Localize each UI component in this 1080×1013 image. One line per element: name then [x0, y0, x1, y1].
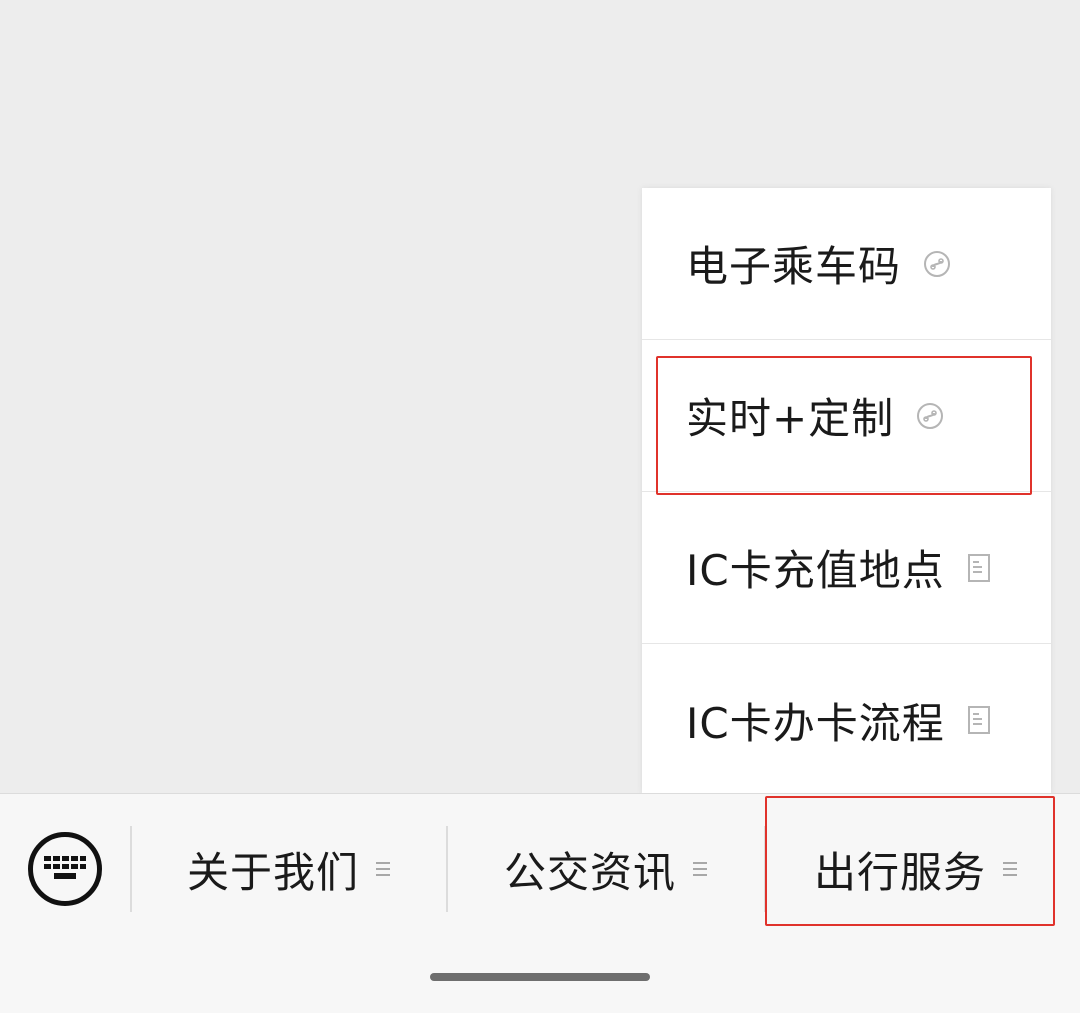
submenu-item-ic-application-process[interactable]: IC卡办卡流程: [642, 644, 1051, 796]
menu-tab-label: 公交资讯: [503, 847, 676, 897]
chat-screen: 电子乘车码 实时+定制 IC卡充值地点 IC卡办卡流程 关于我们 公交资讯 出行…: [0, 0, 1080, 1013]
keyboard-toggle-button[interactable]: [28, 832, 102, 906]
article-icon: [967, 553, 991, 583]
keyboard-icon: [43, 854, 87, 884]
mini-program-icon: [916, 402, 944, 430]
submenu-item-label: IC卡办卡流程: [686, 698, 945, 748]
menu-tab-label: 出行服务: [813, 847, 986, 897]
menu-tab-travel-services[interactable]: 出行服务: [766, 794, 1066, 944]
submenu-popup: 电子乘车码 实时+定制 IC卡充值地点 IC卡办卡流程: [642, 188, 1051, 794]
submenu-item-ic-recharge-locations[interactable]: IC卡充值地点: [642, 492, 1051, 644]
menu-tab-about-us[interactable]: 关于我们: [132, 794, 446, 944]
home-indicator[interactable]: [430, 973, 650, 981]
mini-program-icon: [923, 250, 951, 278]
menu-tab-label: 关于我们: [186, 847, 359, 897]
submenu-item-ride-code[interactable]: 电子乘车码: [642, 188, 1051, 340]
menu-tab-bus-news[interactable]: 公交资讯: [448, 794, 764, 944]
submenu-item-label: 电子乘车码: [686, 242, 902, 291]
submenu-icon: [375, 860, 391, 878]
submenu-item-label: IC卡充值地点: [686, 546, 945, 595]
submenu-icon: [1002, 860, 1018, 878]
submenu-icon: [692, 860, 708, 878]
submenu-item-label: 实时+定制: [686, 394, 895, 443]
submenu-item-realtime-custom[interactable]: 实时+定制: [642, 340, 1051, 492]
article-icon: [967, 705, 991, 735]
